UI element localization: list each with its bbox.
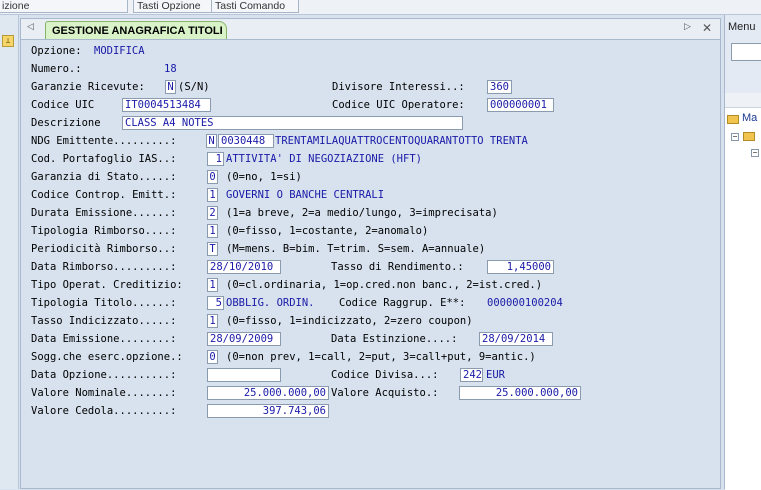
garanzia-stato-hint: (0=no, 1=si) <box>226 171 302 183</box>
valore-nominale-field[interactable]: 25.000.000,00 <box>207 386 329 400</box>
garanzie-label: Garanzie Ricevute: <box>31 81 145 93</box>
ndg-emittente-label: NDG Emittente.........: <box>31 135 177 147</box>
numero-label: Numero.: <box>31 63 82 75</box>
data-emissione-label: Data Emissione........: <box>31 333 177 345</box>
controp-field[interactable]: 1 <box>207 188 218 202</box>
durata-label: Durata Emissione......: <box>31 207 177 219</box>
data-opzione-label: Data Opzione..........: <box>31 369 177 381</box>
main-window: ◁ GESTIONE ANAGRAFICA TITOLI ▷ ✕ Opzione… <box>20 18 721 489</box>
codice-uic-label: Codice UIC <box>31 99 95 111</box>
ndg-description: TRENTAMILAQUATTROCENTOQUARANTOTTO TRENTA <box>275 135 528 147</box>
tipologia-rimborso-field[interactable]: 1 <box>207 224 218 238</box>
descrizione-label: Descrizione <box>31 117 101 129</box>
collapse-icon[interactable]: − <box>751 149 759 157</box>
garanzie-field[interactable]: N <box>165 80 176 94</box>
tipologia-titolo-label: Tipologia Titolo......: <box>31 297 177 309</box>
controp-description: GOVERNI O BANCHE CENTRALI <box>226 189 385 201</box>
ndg-code-field[interactable]: 0030448 <box>218 134 274 148</box>
tab-scroll-left-icon[interactable]: ◁ <box>27 22 34 32</box>
close-icon[interactable]: ✕ <box>702 21 712 35</box>
toolbar-button-opzione[interactable]: izione <box>0 0 128 13</box>
portafoglio-description: ATTIVITA' DI NEGOZIAZIONE (HFT) <box>226 153 422 165</box>
sogg-opzione-field[interactable]: 0 <box>207 350 218 364</box>
periodicita-label: Periodicità Rimborso..: <box>31 243 177 255</box>
valore-cedola-field[interactable]: 397.743,06 <box>207 404 329 418</box>
data-estinzione-field[interactable]: 28/09/2014 <box>479 332 553 346</box>
codice-raggrup-value: 000000100204 <box>487 297 563 309</box>
descrizione-field[interactable]: CLASS A4 NOTES <box>122 116 463 130</box>
valore-cedola-label: Valore Cedola.........: <box>31 405 177 417</box>
data-emissione-field[interactable]: 28/09/2009 <box>207 332 281 346</box>
toolbar-button-tasti-comando[interactable]: Tasti Comando <box>211 0 299 13</box>
menu-search-input[interactable] <box>731 43 761 61</box>
garanzia-stato-field[interactable]: 0 <box>207 170 218 184</box>
portafoglio-label: Cod. Portafoglio IAS..: <box>31 153 177 165</box>
tipo-operat-field[interactable]: 1 <box>207 278 218 292</box>
pin-icon[interactable]: ⊥ <box>2 35 14 47</box>
opzione-label: Opzione: <box>31 45 82 57</box>
controp-label: Codice Controp. Emitt.: <box>31 189 177 201</box>
numero-value: 18 <box>164 63 177 75</box>
tipologia-rimborso-hint: (0=fisso, 1=costante, 2=anomalo) <box>226 225 429 237</box>
garanzie-hint: (S/N) <box>178 81 210 93</box>
opzione-value: MODIFICA <box>94 45 145 57</box>
tab-bar: ◁ GESTIONE ANAGRAFICA TITOLI ▷ ✕ <box>21 19 720 40</box>
data-rimborso-field[interactable]: 28/10/2010 <box>207 260 281 274</box>
valore-nominale-label: Valore Nominale.......: <box>31 387 177 399</box>
toolbar-button-tasti-opzione[interactable]: Tasti Opzione <box>133 0 213 13</box>
divisore-label: Divisore Interessi..: <box>332 81 465 93</box>
tasso-rendimento-label: Tasso di Rendimento.: <box>331 261 464 273</box>
durata-field[interactable]: 2 <box>207 206 218 220</box>
codice-raggrup-label: Codice Raggrup. E**: <box>339 297 466 309</box>
tasso-indicizzato-hint: (0=fisso, 1=indicizzato, 2=zero coupon) <box>226 315 473 327</box>
garanzia-stato-label: Garanzia di Stato.....: <box>31 171 177 183</box>
tipo-operat-label: Tipo Operat. Creditizio: <box>31 279 183 291</box>
tasso-indicizzato-field[interactable]: 1 <box>207 314 218 328</box>
sogg-opzione-label: Sogg.che eserc.opzione.: <box>31 351 183 363</box>
collapse-icon[interactable]: − <box>731 133 739 141</box>
tab-gestione-anagrafica-titoli[interactable]: GESTIONE ANAGRAFICA TITOLI <box>45 21 227 39</box>
ndg-flag-field[interactable]: N <box>206 134 217 148</box>
portafoglio-field[interactable]: 1 <box>207 152 224 166</box>
codice-divisa-label: Codice Divisa...: <box>331 369 439 381</box>
menu-tree-header <box>725 93 761 108</box>
divisore-field[interactable]: 360 <box>487 80 512 94</box>
periodicita-field[interactable]: T <box>207 242 218 256</box>
menu-panel-title: Menu <box>728 21 756 33</box>
valore-acquisto-field[interactable]: 25.000.000,00 <box>459 386 581 400</box>
tasso-indicizzato-label: Tasso Indicizzato.....: <box>31 315 177 327</box>
tasso-rendimento-field[interactable]: 1,45000 <box>487 260 554 274</box>
data-rimborso-label: Data Rimborso.........: <box>31 261 177 273</box>
tipo-operat-hint: (0=cl.ordinaria, 1=op.cred.non banc., 2=… <box>226 279 543 291</box>
codice-divisa-description: EUR <box>486 369 505 381</box>
menu-tree-item[interactable]: Ma <box>742 112 757 124</box>
data-estinzione-label: Data Estinzione....: <box>331 333 458 345</box>
menu-panel: Menu Ma − − <box>724 15 761 490</box>
tipologia-titolo-field[interactable]: 5 <box>207 296 224 310</box>
valore-acquisto-label: Valore Acquisto.: <box>331 387 439 399</box>
left-dock-strip: ⊥ <box>0 15 19 489</box>
periodicita-hint: (M=mens. B=bim. T=trim. S=sem. A=annuale… <box>226 243 486 255</box>
folder-icon <box>727 115 739 124</box>
sogg-opzione-hint: (0=non prev, 1=call, 2=put, 3=call+put, … <box>226 351 536 363</box>
codice-uic-operatore-label: Codice UIC Operatore: <box>332 99 465 111</box>
codice-uic-operatore-field[interactable]: 000000001 <box>487 98 554 112</box>
durata-hint: (1=a breve, 2=a medio/lungo, 3=imprecisa… <box>226 207 498 219</box>
data-opzione-field[interactable] <box>207 368 281 382</box>
form-area: Opzione: MODIFICA Numero.: 18 Garanzie R… <box>21 40 720 488</box>
top-toolbar: izione Tasti Opzione Tasti Comando <box>0 0 761 15</box>
codice-divisa-field[interactable]: 242 <box>460 368 483 382</box>
tab-scroll-right-icon[interactable]: ▷ <box>684 22 691 32</box>
tipologia-rimborso-label: Tipologia Rimborso....: <box>31 225 177 237</box>
codice-uic-field[interactable]: IT0004513484 <box>122 98 211 112</box>
tipologia-titolo-description: OBBLIG. ORDIN. <box>226 297 315 309</box>
folder-open-icon <box>743 132 755 141</box>
